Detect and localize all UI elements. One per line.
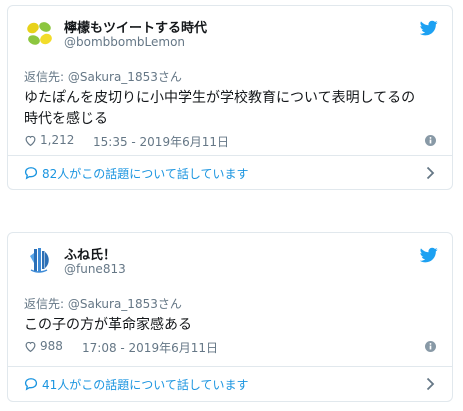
reply-mention[interactable]: @Sakura_1853さん	[68, 297, 182, 311]
embedded-tweet-card[interactable]: 檸檬もツイートする時代 @bombbombLemon 返信先: @Sakura_…	[7, 5, 453, 190]
speech-bubble-icon	[24, 167, 38, 180]
embedded-tweet-card[interactable]: ふね氏！ @fune813 返信先: @Sakura_1853さん この子の方が…	[7, 232, 453, 402]
reply-label: 返信先:	[24, 70, 68, 84]
tweet-text-line: この子の方が革命家感ある	[24, 317, 192, 333]
user-handle[interactable]: @fune813	[64, 262, 126, 276]
user-handle[interactable]: @bombbombLemon	[64, 35, 185, 49]
tweet-meta: 988 17:08 - 2019年6月11日	[24, 339, 436, 355]
timestamp[interactable]: 15:35 - 2019年6月11日	[93, 133, 229, 150]
display-name[interactable]: 檸檬もツイートする時代	[64, 17, 207, 36]
reply-mention[interactable]: @Sakura_1853さん	[68, 70, 182, 84]
chevron-right-icon[interactable]	[426, 166, 435, 180]
conversation-count-text[interactable]: 41人がこの話題について話しています	[42, 376, 249, 393]
heart-icon[interactable]	[24, 340, 37, 353]
chevron-right-icon[interactable]	[426, 377, 435, 391]
tweet-meta: 1,212 15:35 - 2019年6月11日	[24, 133, 436, 149]
timestamp[interactable]: 17:08 - 2019年6月11日	[82, 339, 218, 356]
like-count[interactable]: 1,212	[40, 133, 74, 147]
twitter-bird-icon[interactable]	[420, 246, 438, 264]
blue-ship-logo-icon	[22, 243, 56, 277]
conversation-count-text[interactable]: 82人がこの話題について話しています	[42, 165, 249, 182]
info-icon[interactable]	[425, 341, 436, 352]
lemon-logo-icon	[22, 16, 56, 50]
tweet-text-line: ゆたぽんを皮切りに小中学生が学校教育について表明してるの	[24, 90, 416, 106]
tweet-header: 檸檬もツイートする時代 @bombbombLemon	[8, 6, 452, 58]
conversation-link[interactable]: 82人がこの話題について話しています	[8, 155, 452, 191]
conversation-link[interactable]: 41人がこの話題について話しています	[8, 366, 452, 402]
avatar[interactable]	[22, 243, 56, 277]
display-name[interactable]: ふね氏！	[64, 244, 116, 263]
speech-bubble-icon	[24, 378, 38, 391]
tweet-header: ふね氏！ @fune813	[8, 233, 452, 285]
reply-context: 返信先: @Sakura_1853さん	[24, 295, 182, 312]
avatar[interactable]	[22, 16, 56, 50]
info-icon[interactable]	[425, 135, 436, 146]
like-count[interactable]: 988	[40, 339, 63, 353]
heart-icon[interactable]	[24, 134, 37, 147]
tweet-text: ゆたぽんを皮切りに小中学生が学校教育について表明してるの 時代を感じる	[24, 88, 436, 130]
tweet-text-line: 時代を感じる	[24, 111, 108, 127]
tweet-text: この子の方が革命家感ある	[24, 315, 436, 336]
twitter-bird-icon[interactable]	[420, 19, 438, 37]
reply-context: 返信先: @Sakura_1853さん	[24, 68, 182, 85]
reply-label: 返信先:	[24, 297, 68, 311]
